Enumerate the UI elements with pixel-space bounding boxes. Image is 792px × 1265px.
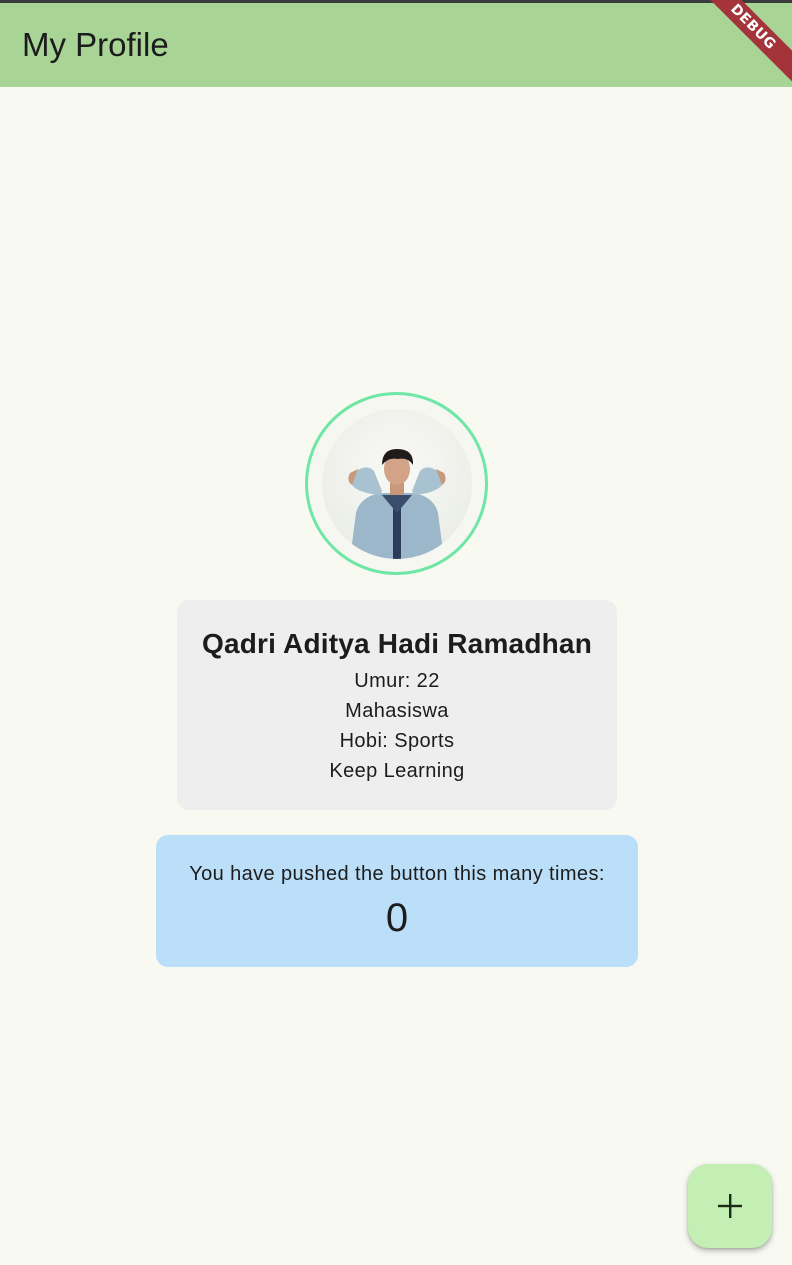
debug-banner: DEBUG [692,0,792,88]
profile-name: Qadri Aditya Hadi Ramadhan [201,628,593,659]
increment-fab-button[interactable] [688,1164,772,1248]
profile-photo [348,449,446,559]
debug-banner-container: DEBUG [692,0,792,100]
avatar [322,409,472,559]
counter-value: 0 [385,896,409,940]
profile-info-card: Qadri Aditya Hadi Ramadhan Umur: 22 Maha… [177,600,617,810]
add-icon [718,1194,742,1218]
profile-age: Umur: 22 [354,670,440,692]
app-bar: My Profile [0,3,792,87]
profile-occupation: Mahasiswa [345,700,449,722]
counter-card: You have pushed the button this many tim… [156,835,638,967]
page-title: My Profile [22,26,169,63]
profile-hobby: Hobi: Sports [339,730,455,752]
counter-label: You have pushed the button this many tim… [189,863,605,885]
profile-motto: Keep Learning [329,760,465,782]
